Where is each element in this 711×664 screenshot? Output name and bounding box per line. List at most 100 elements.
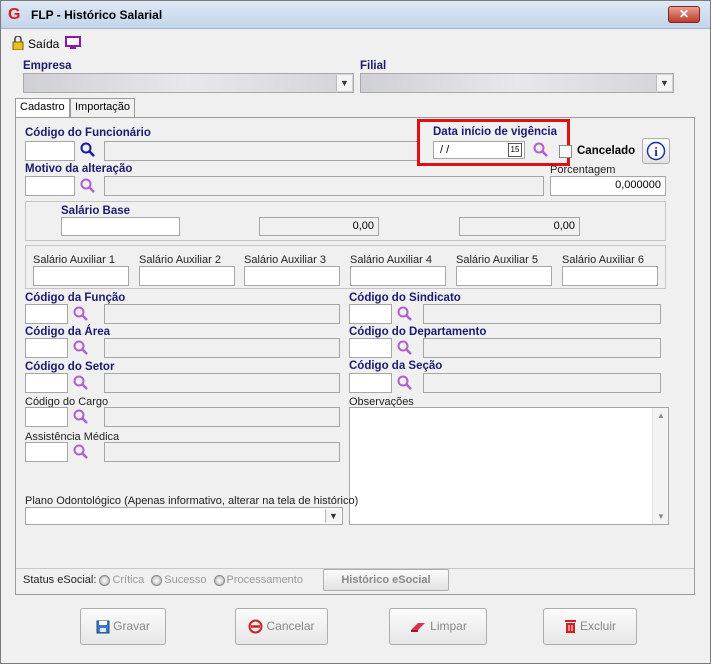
assistencia-input[interactable] (25, 442, 68, 462)
codigo-sindicato-label: Código do Sindicato (349, 292, 461, 304)
search-icon[interactable] (80, 178, 96, 194)
tab-cadastro[interactable]: Cadastro (15, 98, 70, 118)
save-icon (96, 620, 110, 634)
chevron-down-icon: ▼ (325, 509, 341, 523)
plano-odonto-select[interactable]: ▼ (25, 507, 343, 525)
motivo-label: Motivo da alteração (25, 163, 133, 175)
salario-auxiliar-6-label: Salário Auxiliar 6 (562, 254, 644, 266)
scroll-up-icon[interactable]: ▲ (657, 411, 665, 420)
departamento-description-field (423, 338, 661, 358)
salario-base-value-1: 0,00 (259, 217, 379, 236)
codigo-funcao-label: Código da Função (25, 292, 126, 304)
search-icon[interactable] (397, 306, 413, 322)
codigo-area-label: Código da Área (25, 326, 110, 338)
gravar-label: Gravar (113, 619, 150, 633)
title-bar: G FLP - Histórico Salarial ✕ (1, 1, 710, 29)
codigo-sindicato-input[interactable] (349, 304, 392, 324)
salario-auxiliar-5-input[interactable] (456, 266, 552, 286)
scroll-down-icon[interactable]: ▼ (657, 512, 665, 521)
salario-auxiliar-5-label: Salário Auxiliar 5 (456, 254, 538, 266)
salario-auxiliar-6-input[interactable] (562, 266, 658, 286)
codigo-setor-input[interactable] (25, 373, 68, 393)
funcionario-name-field (104, 141, 420, 161)
secao-description-field (423, 373, 661, 393)
status-processamento: Processamento (226, 574, 303, 586)
codigo-secao-label: Código da Seção (349, 360, 443, 372)
salario-base-input[interactable] (61, 217, 180, 236)
cargo-description-field (104, 407, 340, 427)
porcentagem-input[interactable]: 0,000000 (550, 176, 666, 196)
funcao-description-field (104, 304, 340, 324)
excluir-label: Excluir (579, 619, 616, 633)
salario-auxiliar-1-label: Salário Auxiliar 1 (33, 254, 115, 266)
search-icon[interactable] (397, 375, 413, 391)
search-icon[interactable] (73, 375, 89, 391)
search-icon[interactable] (73, 306, 89, 322)
excluir-button[interactable]: Excluir (543, 608, 637, 645)
limpar-button[interactable]: Limpar (389, 608, 487, 645)
codigo-secao-input[interactable] (349, 373, 392, 393)
search-icon[interactable] (73, 409, 89, 425)
search-icon[interactable] (533, 142, 549, 158)
codigo-departamento-input[interactable] (349, 338, 392, 358)
cancelar-button[interactable]: Cancelar (235, 608, 328, 645)
codigo-departamento-label: Código do Departamento (349, 326, 487, 338)
salario-base-label: Salário Base (61, 205, 131, 217)
search-icon[interactable] (73, 340, 89, 356)
cancelado-checkbox[interactable] (559, 145, 572, 158)
plano-odonto-label: Plano Odontológico (Apenas informativo, … (25, 495, 359, 507)
window-title: FLP - Histórico Salarial (31, 8, 163, 22)
status-esocial: Status eSocial: Crítica Sucesso Processa… (23, 574, 303, 586)
limpar-label: Limpar (430, 619, 467, 633)
motivo-description-field (104, 176, 544, 196)
filial-label: Filial (360, 60, 387, 72)
app-logo-icon: G (8, 6, 21, 23)
tab-importacao[interactable]: Importação (70, 98, 136, 117)
salario-auxiliar-3-input[interactable] (244, 266, 340, 286)
codigo-funcionario-label: Código do Funcionário (25, 127, 151, 139)
codigo-funcao-input[interactable] (25, 304, 68, 324)
chevron-down-icon: ▼ (656, 75, 672, 91)
salario-auxiliar-4-input[interactable] (350, 266, 446, 286)
empresa-label: Empresa (23, 60, 72, 72)
salario-auxiliar-2-input[interactable] (139, 266, 235, 286)
historico-esocial-button[interactable]: Histórico eSocial (323, 569, 449, 591)
codigo-setor-label: Código do Setor (25, 361, 115, 373)
salario-base-value-2: 0,00 (459, 217, 580, 236)
salario-auxiliar-3-label: Salário Auxiliar 3 (244, 254, 326, 266)
status-critica: Crítica (112, 574, 145, 586)
search-icon[interactable] (397, 340, 413, 356)
window: G FLP - Histórico Salarial ✕ Saída Empre… (0, 0, 711, 664)
status-label: Status eSocial: (23, 574, 97, 586)
trash-icon (564, 620, 576, 634)
gravar-button[interactable]: Gravar (80, 608, 166, 645)
scrollbar[interactable]: ▲ ▼ (652, 408, 668, 524)
salario-auxiliar-1-input[interactable] (33, 266, 129, 286)
info-button[interactable]: i (642, 138, 670, 164)
filial-select[interactable]: ▼ (360, 73, 674, 93)
cancel-icon (248, 619, 263, 634)
eraser-icon (411, 622, 426, 632)
motivo-input[interactable] (25, 176, 75, 196)
status-sucesso: Sucesso (164, 574, 207, 586)
chevron-down-icon: ▼ (336, 75, 352, 91)
search-icon[interactable] (73, 444, 89, 460)
monitor-icon[interactable] (65, 36, 81, 53)
codigo-cargo-input[interactable] (25, 407, 68, 427)
porcentagem-label: Porcentagem (550, 164, 616, 176)
salario-auxiliar-4-label: Salário Auxiliar 4 (350, 254, 432, 266)
radio-sucesso (151, 574, 163, 586)
codigo-area-input[interactable] (25, 338, 68, 358)
search-icon[interactable] (80, 142, 96, 158)
close-button[interactable]: ✕ (668, 6, 700, 23)
radio-processamento (213, 574, 225, 586)
empresa-select[interactable]: ▼ (23, 73, 354, 93)
setor-description-field (104, 373, 340, 393)
codigo-funcionario-input[interactable] (25, 141, 75, 161)
exit-button[interactable]: Saída (28, 37, 59, 51)
sindicato-description-field (423, 304, 661, 324)
area-description-field (104, 338, 340, 358)
lock-icon (11, 35, 25, 53)
cancelar-label: Cancelar (266, 619, 315, 633)
observacoes-textarea[interactable]: ▲ ▼ (349, 407, 669, 525)
